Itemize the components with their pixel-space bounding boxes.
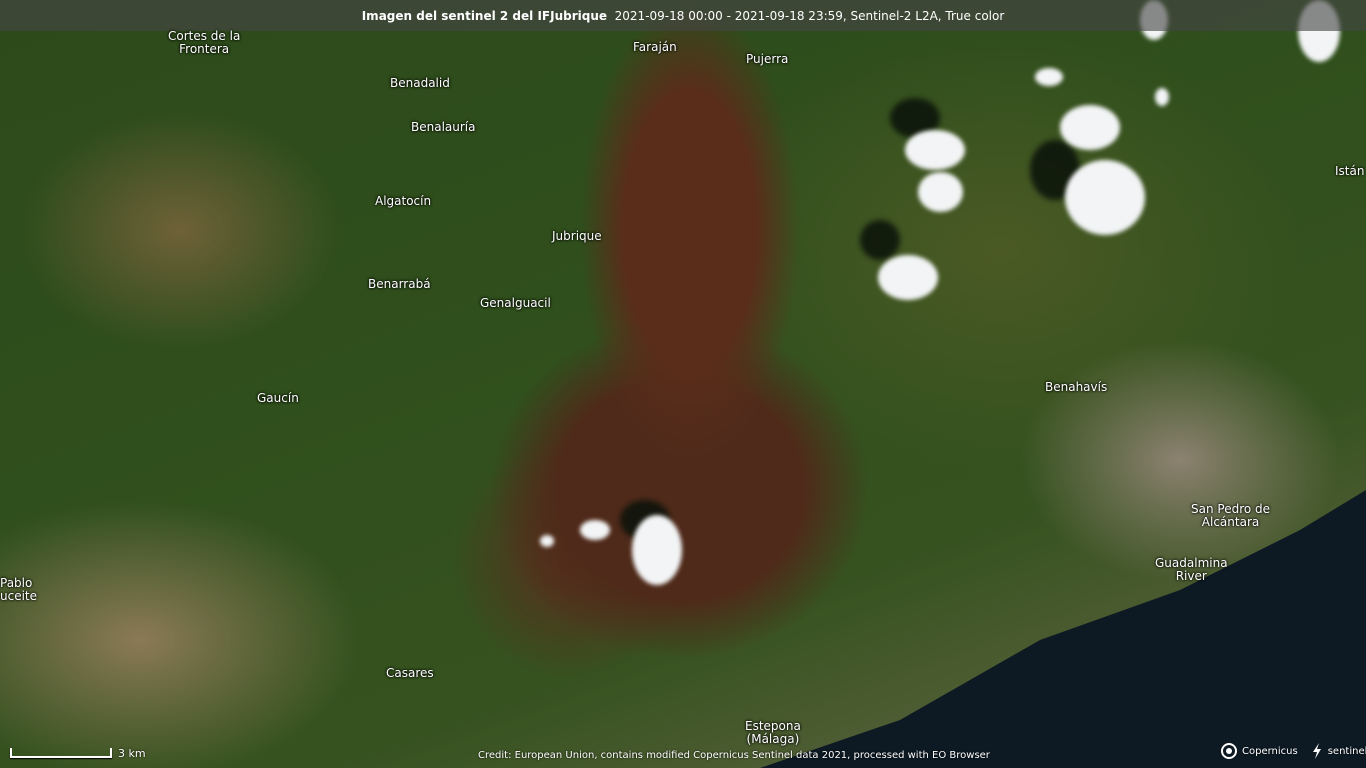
scale-bar: [10, 748, 112, 758]
cloud: [1060, 105, 1120, 150]
place-label-istan: Istán: [1335, 164, 1365, 178]
image-title: Imagen del sentinel 2 del IFJubrique: [361, 8, 608, 23]
cloud-shadow: [860, 220, 900, 260]
sentinelhub-icon: [1312, 743, 1321, 759]
credit-text: Credit: European Union, contains modifie…: [478, 750, 990, 761]
sentinelhub-logo: sentinelhub: [1310, 742, 1366, 760]
place-label-benarraba: Benarrabá: [368, 277, 431, 291]
scale-bar-line: [10, 748, 112, 758]
copernicus-logo: Copernicus: [1220, 742, 1298, 760]
image-info-bar: Imagen del sentinel 2 del IFJubrique 202…: [0, 0, 1366, 31]
place-label-benalauria: Benalauría: [411, 120, 476, 134]
place-label-pablo: Pablo uceite: [0, 576, 38, 603]
sentinelhub-logo-text: sentinelhub: [1327, 745, 1366, 757]
place-label-algatocin: Algatocín: [375, 194, 432, 208]
place-label-jubrique: Jubrique: [552, 229, 602, 243]
cloud: [905, 130, 965, 170]
place-label-estepona: Estepona (Málaga): [745, 719, 801, 746]
place-label-sanpedro: San Pedro de Alcántara: [1191, 502, 1271, 529]
cloud: [1155, 88, 1169, 106]
cloud: [918, 172, 963, 212]
cloud: [1065, 160, 1145, 235]
cloud: [632, 515, 682, 585]
place-label-benadalid: Benadalid: [390, 76, 450, 90]
image-subtitle: 2021-09-18 00:00 - 2021-09-18 23:59, Sen…: [614, 8, 1005, 23]
cloud: [580, 520, 610, 540]
copernicus-icon: [1221, 743, 1237, 759]
place-label-casares: Casares: [386, 666, 434, 680]
copernicus-logo-text: Copernicus: [1242, 745, 1298, 757]
place-label-benahavis: Benahavís: [1045, 380, 1108, 394]
place-label-farajan: Faraján: [633, 40, 677, 54]
logos: Copernicus sentinelhub: [1220, 742, 1366, 760]
place-label-cortes: Cortes de la Frontera: [168, 29, 241, 56]
place-label-guadalmina: Guadalmina River: [1155, 556, 1228, 583]
scale-label: 3 km: [118, 747, 146, 760]
cloud: [540, 535, 554, 547]
cloud: [878, 255, 938, 300]
place-label-gaucin: Gaucín: [257, 391, 299, 405]
place-label-genalguacil: Genalguacil: [480, 296, 551, 310]
place-label-pujerra: Pujerra: [746, 52, 789, 66]
cloud: [1035, 68, 1063, 86]
